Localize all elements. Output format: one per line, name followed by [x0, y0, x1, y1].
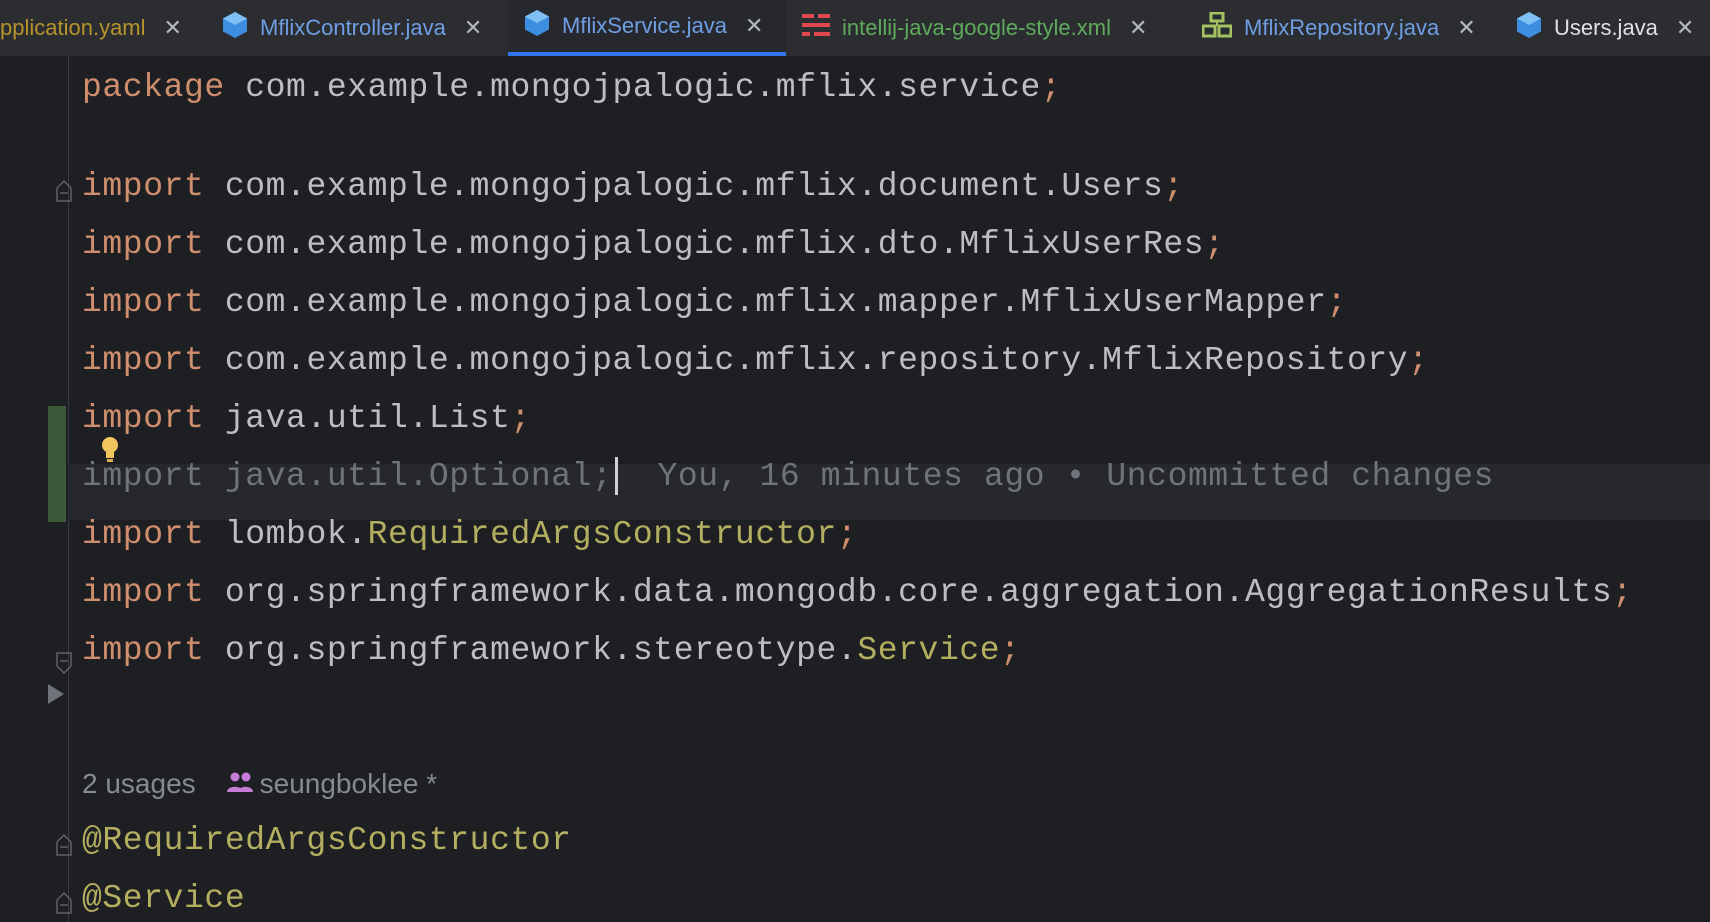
semicolon: ;: [1612, 574, 1633, 611]
import-path: com.example.mongojpalogic.mflix.document…: [204, 168, 1164, 205]
code-line-annotation[interactable]: @Service: [82, 879, 245, 919]
fold-toggle-icon[interactable]: [56, 179, 72, 202]
keyword-import: import: [82, 226, 205, 263]
semicolon: ;: [1000, 632, 1021, 669]
tab-application-yaml[interactable]: pplication.yaml ✕: [0, 0, 182, 56]
tab-label: MflixService.java: [562, 13, 728, 38]
semicolon: ;: [1040, 69, 1062, 106]
code-editor[interactable]: package com.example.mongojpalogic.mflix.…: [0, 56, 1710, 922]
import-path: org.springframework.stereotype.: [204, 632, 858, 669]
code-line-import[interactable]: import com.example.mongojpalogic.mflix.d…: [82, 225, 1225, 265]
semicolon: ;: [836, 516, 858, 553]
code-line-import[interactable]: import java.util.List;: [82, 399, 531, 439]
tab-google-style-xml[interactable]: intellij-java-google-style.xml ✕: [802, 0, 1147, 56]
semicolon: ;: [1163, 168, 1184, 205]
keyword-import: import: [82, 284, 205, 321]
import-path: com.example.mongojpalogic.mflix.dto.Mfli…: [204, 226, 1205, 263]
import-path: java.util.List: [204, 400, 511, 437]
close-icon[interactable]: ✕: [164, 17, 182, 39]
tab-label: intellij-java-google-style.xml: [842, 15, 1111, 40]
tab-mflix-service[interactable]: MflixService.java ✕: [508, 0, 786, 56]
inline-blame-annotation: You, 16 minutes ago • Uncommitted change…: [657, 458, 1495, 495]
import-path: com.example.mongojpalogic.mflix.mapper.M…: [204, 284, 1327, 321]
author-name: seungboklee *: [259, 768, 438, 799]
code-line-package[interactable]: package com.example.mongojpalogic.mflix.…: [82, 68, 1061, 108]
keyword-import: import: [82, 516, 205, 553]
import-path: com.example.mongojpalogic.mflix.reposito…: [204, 342, 1409, 379]
tab-users-java[interactable]: Users.java ✕: [1516, 0, 1694, 56]
code-line-import[interactable]: import org.springframework.stereotype.Se…: [82, 631, 1021, 671]
annotation-required-args: @RequiredArgsConstructor: [82, 822, 572, 859]
keyword-import: import: [82, 574, 205, 611]
tab-mflix-controller[interactable]: MflixController.java ✕: [222, 0, 482, 56]
keyword-import: import: [82, 458, 205, 495]
import-path: lombok.: [204, 516, 368, 553]
import-class-highlight: Service: [857, 632, 1001, 669]
tab-label: pplication.yaml: [0, 15, 146, 40]
code-vision-hint: 2 usages seungboklee *: [82, 768, 437, 800]
code-line-import-unused[interactable]: import java.util.Optional; You, 16 minute…: [82, 457, 1494, 497]
tab-label: MflixController.java: [260, 15, 446, 40]
fold-toggle-icon[interactable]: [56, 891, 72, 914]
usages-link[interactable]: 2 usages: [82, 768, 196, 800]
tab-label: MflixRepository.java: [1244, 15, 1440, 40]
close-icon[interactable]: ✕: [464, 17, 482, 39]
java-interface-icon: [1201, 11, 1233, 44]
code-line-import[interactable]: import org.springframework.data.mongodb.…: [82, 573, 1633, 613]
close-icon[interactable]: ✕: [1129, 17, 1147, 39]
semicolon: ;: [1204, 226, 1225, 263]
xml-file-icon: [802, 12, 830, 44]
people-icon: [226, 768, 254, 800]
code-line-import[interactable]: import com.example.mongojpalogic.mflix.r…: [82, 341, 1429, 381]
vcs-added-marker[interactable]: [48, 406, 66, 522]
text-caret: [614, 457, 618, 496]
tab-mflix-repository[interactable]: MflixRepository.java ✕: [1201, 0, 1476, 56]
close-icon[interactable]: ✕: [1457, 17, 1475, 39]
fold-toggle-icon[interactable]: [56, 833, 72, 856]
annotation-service: @Service: [82, 880, 246, 917]
java-class-icon: [222, 11, 248, 45]
editor-tab-bar: pplication.yaml ✕ MflixController.java ✕…: [0, 0, 1710, 57]
code-line-import[interactable]: import lombok.RequiredArgsConstructor;: [82, 515, 857, 555]
close-icon[interactable]: ✕: [1676, 17, 1694, 39]
semicolon: ;: [1326, 284, 1348, 321]
semicolon: ;: [510, 400, 531, 437]
java-class-icon: [524, 9, 550, 43]
keyword-import: import: [82, 400, 205, 437]
java-class-icon: [1516, 11, 1542, 45]
semicolon: ;: [592, 458, 613, 495]
fold-toggle-icon[interactable]: [56, 652, 72, 675]
semicolon: ;: [1408, 342, 1429, 379]
import-path: java.util.Optional: [204, 458, 593, 495]
tab-label: Users.java: [1554, 15, 1658, 40]
package-name: com.example.mongojpalogic.mflix.service: [224, 69, 1041, 106]
code-line-import[interactable]: import com.example.mongojpalogic.mflix.m…: [82, 283, 1347, 323]
author-info[interactable]: seungboklee *: [226, 768, 437, 800]
run-gutter-icon[interactable]: [48, 684, 64, 704]
keyword-import: import: [82, 342, 205, 379]
keyword-import: import: [82, 632, 205, 669]
import-path: org.springframework.data.mongodb.core.ag…: [204, 574, 1613, 611]
import-class-highlight: RequiredArgsConstructor: [367, 516, 837, 553]
close-icon[interactable]: ✕: [745, 15, 763, 37]
code-line-annotation[interactable]: @RequiredArgsConstructor: [82, 821, 572, 861]
keyword-package: package: [82, 69, 225, 106]
code-line-import[interactable]: import com.example.mongojpalogic.mflix.d…: [82, 167, 1184, 207]
keyword-import: import: [82, 168, 205, 205]
